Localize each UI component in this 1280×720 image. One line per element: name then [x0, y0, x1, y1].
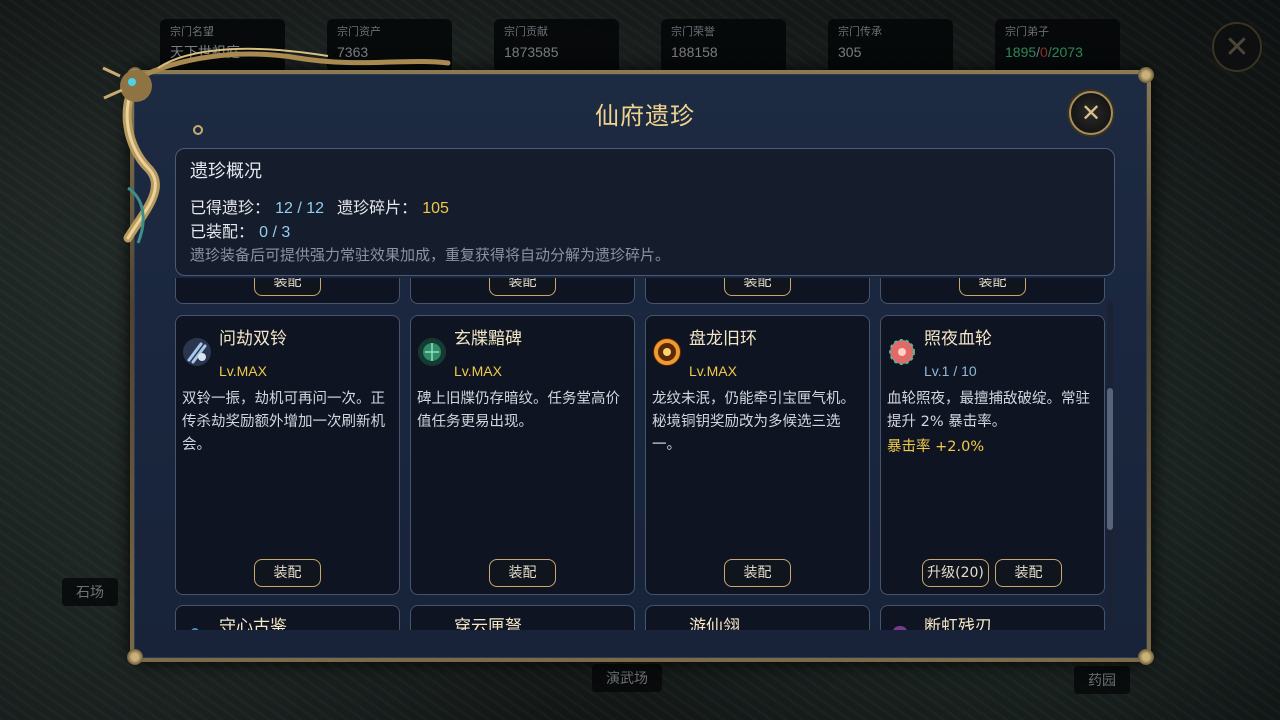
- frame-ornament: [1138, 67, 1154, 83]
- card-level: Lv.1 / 10: [924, 363, 977, 379]
- card-level: Lv.MAX: [219, 363, 267, 379]
- frame-ornament: [1138, 649, 1154, 665]
- equip-button[interactable]: 装配: [724, 559, 791, 587]
- card-description: 碑上旧牒仍存暗纹。任务堂高价值任务更易出现。: [417, 388, 631, 434]
- ring-icon: [653, 338, 681, 366]
- card-partial: 游仙翎: [645, 605, 870, 630]
- summary-title: 遗珍概况: [190, 161, 262, 182]
- stat-value: 1895/0/2073: [1005, 43, 1110, 61]
- card-desc-text: 龙纹未泯，仍能牵引宝匣气机。秘境铜钥奖励改为多候选三选一。: [652, 391, 855, 453]
- frame-ornament: [127, 649, 143, 665]
- summary-note: 遗珍装备后可提供强力常驻效果加成，重复获得将自动分解为遗珍碎片。: [190, 246, 671, 264]
- disciples-count: 1895: [1005, 44, 1037, 60]
- card-partial: 装配: [880, 278, 1105, 304]
- scrollbar-track[interactable]: [1107, 300, 1113, 626]
- card-desc-text: 血轮照夜，最擅捕敌破绽。常驻提升 2% 暴击率。: [887, 391, 1090, 430]
- card-desc-text: 碑上旧牒仍存暗纹。任务堂高价值任务更易出现。: [417, 391, 620, 430]
- card-partial: 装配: [410, 278, 635, 304]
- card-icon-partial: [191, 628, 199, 630]
- equip-button[interactable]: 装配: [724, 278, 791, 296]
- card-name: 盘龙旧环: [689, 329, 757, 349]
- equip-button[interactable]: 装配: [254, 278, 321, 296]
- stat-value: 188158: [671, 44, 718, 60]
- stat-assets: 宗门资产 7363: [327, 19, 452, 73]
- card-partial: 守心古鉴: [175, 605, 400, 630]
- stat-disciples: 宗门弟子 1895/0/2073: [995, 19, 1120, 73]
- background-close-icon[interactable]: ✕: [1212, 22, 1262, 72]
- equipped-value: 0 / 3: [259, 224, 291, 241]
- card-level: Lv.MAX: [689, 363, 737, 379]
- summary-equipped-row: 已装配： 0 / 3: [190, 220, 1100, 244]
- modal-title: 仙府遗珍: [595, 102, 695, 130]
- owned-label: 已得遗珍：: [190, 198, 271, 217]
- stat-label: 宗门名望: [170, 25, 214, 38]
- stat-label: 宗门传承: [838, 25, 882, 38]
- equip-button[interactable]: 装配: [995, 559, 1062, 587]
- card-description: 龙纹未泯，仍能牵引宝匣气机。秘境铜钥奖励改为多候选三选一。: [652, 388, 866, 457]
- stat-label: 宗门贡献: [504, 25, 548, 38]
- building-label-herb-garden[interactable]: 药园: [1074, 666, 1130, 694]
- frame-ornament: [127, 67, 143, 83]
- building-label-arena[interactable]: 演武场: [592, 664, 662, 692]
- stat-contribution: 宗门贡献 1873585: [494, 19, 619, 73]
- equip-button[interactable]: 装配: [489, 559, 556, 587]
- stat-value: 1873585: [504, 44, 559, 60]
- card-name: 游仙翎: [689, 617, 740, 630]
- card-name: 问劫双铃: [219, 329, 287, 349]
- card-description: 血轮照夜，最擅捕敌破绽。常驻提升 2% 暴击率。暴击率 +2.0%: [887, 388, 1101, 459]
- treasure-card: 问劫双铃 Lv.MAX 双铃一振，劫机可再问一次。正传杀劫奖励额外增加一次刷新机…: [175, 315, 400, 595]
- upgrade-button[interactable]: 升级(20): [922, 559, 989, 587]
- card-name: 守心古鉴: [219, 617, 287, 630]
- equipped-label: 已装配：: [190, 222, 255, 241]
- card-bonus: 暴击率 +2.0%: [887, 439, 985, 455]
- treasure-card: 照夜血轮 Lv.1 / 10 血轮照夜，最擅捕敌破绽。常驻提升 2% 暴击率。暴…: [880, 315, 1105, 595]
- card-partial: 断虹残刃: [880, 605, 1105, 630]
- card-name: 穿云匣弩: [454, 617, 522, 630]
- equip-button[interactable]: 装配: [959, 278, 1026, 296]
- card-partial: 装配: [175, 278, 400, 304]
- stat-reputation: 宗门名望 天下世祖庭: [160, 19, 285, 73]
- stat-value: 7363: [337, 44, 369, 60]
- tablet-icon: [418, 338, 446, 366]
- shards-value: 105: [422, 200, 449, 217]
- card-icon-partial: [893, 626, 907, 630]
- scrollbar-thumb[interactable]: [1107, 388, 1113, 530]
- disciples-max: /2073: [1047, 44, 1083, 60]
- equip-button[interactable]: 装配: [489, 278, 556, 296]
- card-description: 双铃一振，劫机可再问一次。正传杀劫奖励额外增加一次刷新机会。: [182, 388, 396, 457]
- card-name: 玄牒黯碑: [454, 329, 522, 349]
- card-name: 断虹残刃: [924, 617, 992, 630]
- stat-heritage: 宗门传承 305: [828, 19, 953, 73]
- stat-label: 宗门资产: [337, 25, 381, 38]
- wheel-icon: [889, 339, 915, 365]
- summary-owned-row: 已得遗珍： 12 / 12 遗珍碎片： 105: [190, 196, 1100, 220]
- treasure-card-list[interactable]: 装配 装配 装配 装配 问劫双铃 Lv.MAX 双铃一振，劫机可再问一次。正传杀…: [170, 278, 1106, 630]
- card-partial: 装配: [645, 278, 870, 304]
- owned-value: 12 / 12: [275, 200, 325, 217]
- stat-honor: 宗门荣誉 188158: [661, 19, 786, 73]
- stat-label: 宗门弟子: [1005, 25, 1049, 38]
- card-desc-text: 双铃一振，劫机可再问一次。正传杀劫奖励额外增加一次刷新机会。: [182, 391, 385, 453]
- bell-icon: [183, 338, 211, 366]
- stat-label: 宗门荣誉: [671, 25, 715, 38]
- building-label-quarry[interactable]: 石场: [62, 578, 118, 606]
- treasure-summary-panel: 遗珍概况 已得遗珍： 12 / 12 遗珍碎片： 105 已装配： 0 / 3 …: [175, 148, 1115, 276]
- treasure-card: 玄牒黯碑 Lv.MAX 碑上旧牒仍存暗纹。任务堂高价值任务更易出现。 装配: [410, 315, 635, 595]
- card-name: 照夜血轮: [924, 329, 992, 349]
- stat-value: 天下世祖庭: [170, 44, 240, 60]
- disciples-pending: 0: [1040, 44, 1048, 60]
- equip-button[interactable]: 装配: [254, 559, 321, 587]
- shards-label: 遗珍碎片：: [337, 198, 418, 217]
- card-partial: 穿云匣弩: [410, 605, 635, 630]
- card-level: Lv.MAX: [454, 363, 502, 379]
- stat-value: 305: [838, 44, 862, 60]
- treasure-card: 盘龙旧环 Lv.MAX 龙纹未泯，仍能牵引宝匣气机。秘境铜钥奖励改为多候选三选一…: [645, 315, 870, 595]
- close-icon[interactable]: ✕: [1069, 91, 1113, 135]
